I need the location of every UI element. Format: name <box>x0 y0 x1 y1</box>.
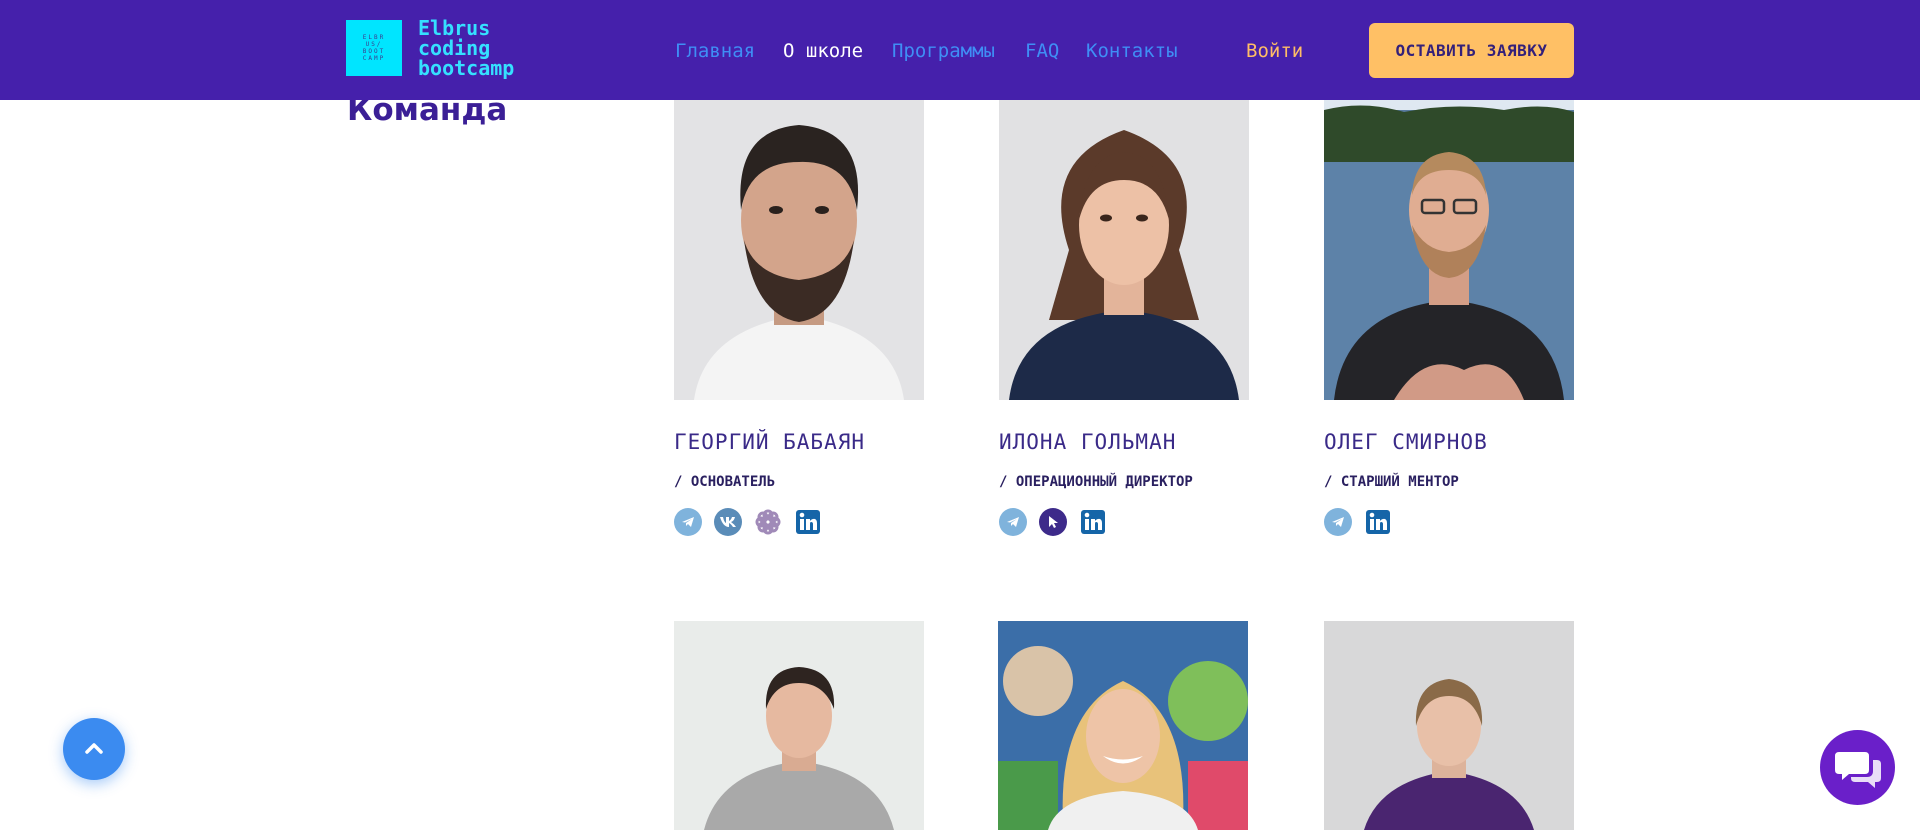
team-photo <box>674 621 924 830</box>
cursor-icon[interactable] <box>1039 508 1067 536</box>
team-photo <box>1324 100 1574 400</box>
logo-text[interactable]: Elbrus coding bootcamp <box>418 18 514 78</box>
team-member-role: / ОСНОВАТЕЛЬ <box>674 474 776 490</box>
linkedin-icon[interactable] <box>1079 508 1107 536</box>
vk-icon[interactable] <box>714 508 742 536</box>
team-member-role: / СТАРШИЙ МЕНТОР <box>1324 474 1459 490</box>
nav-link-home[interactable]: Главная <box>675 40 755 62</box>
team-photo <box>999 100 1249 400</box>
logo-mark[interactable]: ELBR US/ BOOT CAMP <box>346 20 402 76</box>
linkedin-icon[interactable] <box>1364 508 1392 536</box>
chat-button[interactable] <box>1820 730 1895 805</box>
team-photo <box>674 100 924 400</box>
nav-link-about[interactable]: О школе <box>783 40 863 62</box>
team-member-role: / ОПЕРАЦИОННЫЙ ДИРЕКТОР <box>999 474 1193 490</box>
social-links <box>999 508 1107 536</box>
linkedin-icon[interactable] <box>794 508 822 536</box>
telegram-icon[interactable] <box>1324 508 1352 536</box>
telegram-icon[interactable] <box>674 508 702 536</box>
team-member-name: ИЛОНА ГОЛЬМАН <box>999 430 1177 454</box>
nav-link-contacts[interactable]: Контакты <box>1086 40 1178 62</box>
team-photo <box>998 621 1248 830</box>
chevron-up-icon <box>85 743 103 754</box>
logo-mark-text: ELBR US/ BOOT CAMP <box>362 34 386 62</box>
social-links <box>1324 508 1392 536</box>
telegram-icon[interactable] <box>999 508 1027 536</box>
social-links <box>674 508 822 536</box>
site-header: ELBR US/ BOOT CAMP Elbrus coding bootcam… <box>0 0 1920 100</box>
chat-bubbles-icon <box>1834 751 1881 788</box>
scroll-to-top-button[interactable] <box>63 718 125 780</box>
flower-icon[interactable] <box>754 508 782 536</box>
team-member-name: ГЕОРГИЙ БАБАЯН <box>674 430 866 454</box>
team-photo <box>1324 621 1574 830</box>
nav-link-faq[interactable]: FAQ <box>1025 40 1059 62</box>
nav-link-programs[interactable]: Программы <box>892 40 995 62</box>
login-link[interactable]: Войти <box>1246 40 1303 62</box>
apply-button[interactable]: ОСТАВИТЬ ЗАЯВКУ <box>1369 23 1574 78</box>
team-member-name: ОЛЕГ СМИРНОВ <box>1324 430 1488 454</box>
